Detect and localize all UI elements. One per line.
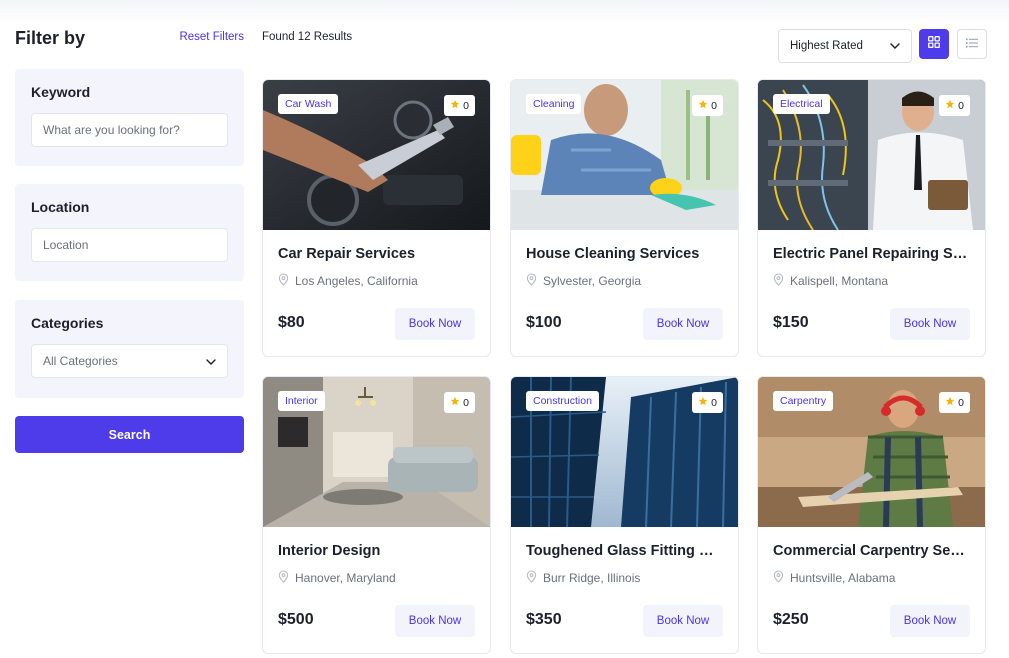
rating-value: 0	[463, 396, 469, 409]
service-location: Hanover, Maryland	[278, 570, 396, 586]
grid-view-button[interactable]	[919, 29, 949, 59]
service-location: Huntsville, Alabama	[773, 570, 895, 586]
keyword-label: Keyword	[31, 84, 91, 100]
location-text: Sylvester, Georgia	[543, 274, 642, 288]
rating-value: 0	[711, 99, 717, 112]
star-icon	[450, 99, 460, 112]
category-badge[interactable]: Electrical	[773, 94, 830, 114]
category-badge[interactable]: Construction	[526, 391, 599, 411]
keyword-input[interactable]	[43, 123, 216, 137]
service-title[interactable]: Car Repair Services	[278, 246, 475, 262]
service-card[interactable]: Cleaning 0 House Cleaning Services Sylve…	[510, 79, 739, 357]
reset-filters-link[interactable]: Reset Filters	[179, 31, 244, 43]
chevron-down-icon	[890, 40, 900, 52]
categories-selected-value: All Categories	[43, 354, 118, 368]
rating-value: 0	[711, 396, 717, 409]
map-pin-icon	[278, 273, 289, 289]
location-text: Burr Ridge, Illinois	[543, 571, 641, 585]
service-location: Sylvester, Georgia	[526, 273, 641, 289]
map-pin-icon	[773, 570, 784, 586]
map-pin-icon	[526, 273, 537, 289]
location-label: Location	[31, 199, 90, 215]
top-gradient	[0, 0, 1009, 22]
book-now-button[interactable]: Book Now	[890, 605, 970, 637]
list-view-button[interactable]	[957, 29, 987, 59]
categories-select[interactable]: All Categories	[31, 344, 228, 378]
location-text: Los Angeles, California	[295, 274, 418, 288]
service-price: $150	[773, 314, 809, 331]
service-price: $350	[526, 611, 562, 628]
book-now-button[interactable]: Book Now	[395, 605, 475, 637]
book-now-button[interactable]: Book Now	[395, 308, 475, 340]
rating-badge: 0	[444, 95, 475, 116]
map-pin-icon	[526, 570, 537, 586]
location-field	[31, 228, 228, 262]
keyword-panel: Keyword	[15, 69, 244, 166]
list-icon	[966, 35, 978, 53]
book-now-button[interactable]: Book Now	[643, 308, 723, 340]
results-count: Found 12 Results	[262, 31, 353, 43]
service-price: $80	[278, 314, 305, 331]
filter-sidebar: Filter by Reset Filters Keyword Location…	[15, 28, 244, 453]
service-price: $500	[278, 611, 314, 628]
service-card[interactable]: Car Wash 0 Car Repair Services Los Angel…	[262, 79, 491, 357]
rating-badge: 0	[939, 392, 970, 413]
book-now-button[interactable]: Book Now	[890, 308, 970, 340]
category-badge[interactable]: Interior	[278, 391, 325, 411]
service-card[interactable]: Electrical 0 Electric Panel Repairing Se…	[757, 79, 986, 357]
location-text: Hanover, Maryland	[295, 571, 396, 585]
service-location: Burr Ridge, Illinois	[526, 570, 640, 586]
grid-icon	[928, 35, 940, 53]
map-pin-icon	[278, 570, 289, 586]
star-icon	[698, 99, 708, 112]
categories-label: Categories	[31, 315, 104, 331]
service-location: Kalispell, Montana	[773, 273, 888, 289]
location-text: Huntsville, Alabama	[790, 571, 896, 585]
category-badge[interactable]: Carpentry	[773, 391, 834, 411]
service-title[interactable]: Interior Design	[278, 543, 475, 559]
book-now-button[interactable]: Book Now	[643, 605, 723, 637]
star-icon	[945, 99, 955, 112]
categories-panel: Categories All Categories	[15, 300, 244, 398]
rating-value: 0	[958, 396, 964, 409]
service-price: $250	[773, 611, 809, 628]
star-icon	[945, 396, 955, 409]
rating-badge: 0	[692, 95, 723, 116]
service-title[interactable]: Commercial Carpentry Serv...	[773, 543, 970, 559]
keyword-field	[31, 113, 228, 147]
star-icon	[698, 396, 708, 409]
rating-badge: 0	[939, 95, 970, 116]
rating-value: 0	[463, 99, 469, 112]
category-badge[interactable]: Car Wash	[278, 94, 339, 114]
service-title[interactable]: Toughened Glass Fitting Se...	[526, 543, 723, 559]
service-location: Los Angeles, California	[278, 273, 418, 289]
service-price: $100	[526, 314, 562, 331]
category-badge[interactable]: Cleaning	[526, 94, 582, 114]
service-title[interactable]: House Cleaning Services	[526, 246, 723, 262]
filter-title: Filter by	[15, 28, 86, 48]
service-card[interactable]: Construction 0 Toughened Glass Fitting S…	[510, 376, 739, 654]
sort-select[interactable]: Highest Rated	[778, 29, 912, 63]
location-input[interactable]	[43, 238, 216, 252]
location-text: Kalispell, Montana	[790, 274, 889, 288]
rating-value: 0	[958, 99, 964, 112]
star-icon	[450, 396, 460, 409]
map-pin-icon	[773, 273, 784, 289]
filter-header: Filter by Reset Filters	[15, 28, 244, 50]
sort-selected-value: Highest Rated	[790, 40, 863, 52]
location-panel: Location	[15, 184, 244, 281]
chevron-down-icon	[206, 354, 216, 368]
search-button[interactable]: Search	[15, 416, 244, 453]
service-card[interactable]: Carpentry 0 Commercial Carpentry Serv...…	[757, 376, 986, 654]
service-card[interactable]: Interior 0 Interior Design Hanover, Mary…	[262, 376, 491, 654]
rating-badge: 0	[692, 392, 723, 413]
service-title[interactable]: Electric Panel Repairing Se...	[773, 246, 970, 262]
rating-badge: 0	[444, 392, 475, 413]
